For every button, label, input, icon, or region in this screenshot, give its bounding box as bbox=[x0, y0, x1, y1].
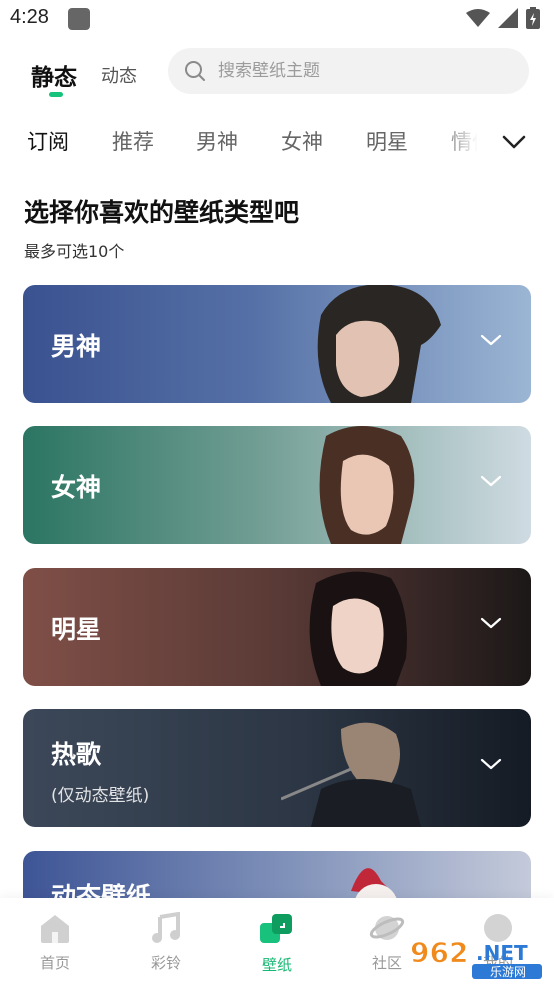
status-time: 4:28 bbox=[10, 6, 49, 28]
svg-text:.NET: .NET bbox=[476, 941, 528, 965]
signal-icon bbox=[498, 8, 518, 28]
planet-icon bbox=[369, 916, 405, 940]
battery-icon bbox=[526, 7, 540, 29]
home-icon bbox=[41, 915, 69, 943]
category-female-idol[interactable]: 女神 bbox=[281, 126, 323, 156]
svg-text:962: 962 bbox=[410, 936, 468, 969]
card-title: 女神 bbox=[51, 473, 102, 502]
watermark-logo: 962 .NET 乐游网 bbox=[410, 936, 542, 979]
tab-indicator bbox=[49, 92, 63, 97]
card-title: 男神 bbox=[51, 332, 102, 361]
wifi-icon bbox=[466, 9, 490, 27]
status-icons bbox=[466, 7, 540, 29]
wallpaper-icon bbox=[260, 914, 292, 943]
chevron-down-icon[interactable] bbox=[479, 615, 503, 631]
header: 静态 动态 bbox=[0, 44, 554, 100]
card-star[interactable]: 明星 bbox=[23, 568, 531, 686]
nav-label: 壁纸 bbox=[261, 956, 292, 974]
nav-home[interactable]: 首页 bbox=[15, 912, 95, 973]
card-male-idol[interactable]: 男神 bbox=[23, 285, 531, 403]
card-female-idol[interactable]: 女神 bbox=[23, 426, 531, 544]
category-male-idol[interactable]: 男神 bbox=[196, 126, 238, 156]
notification-icon bbox=[68, 8, 90, 30]
card-title: 明星 bbox=[51, 615, 102, 644]
category-subscribe[interactable]: 订阅 bbox=[27, 126, 69, 156]
chevron-down-icon[interactable] bbox=[479, 756, 503, 772]
chevron-down-icon[interactable] bbox=[479, 332, 503, 348]
card-hot-songs[interactable]: 热歌 (仅动态壁纸) bbox=[23, 709, 531, 827]
tab-dynamic[interactable]: 动态 bbox=[101, 62, 137, 88]
search-input[interactable] bbox=[218, 48, 508, 94]
nav-wallpaper[interactable]: 壁纸 bbox=[237, 912, 317, 975]
chevron-down-icon[interactable] bbox=[496, 126, 532, 158]
category-recommend[interactable]: 推荐 bbox=[112, 126, 154, 156]
nav-label: 首页 bbox=[39, 954, 70, 972]
search-box[interactable] bbox=[168, 48, 529, 94]
page-subtitle: 最多可选10个 bbox=[24, 242, 125, 261]
card-title: 热歌 bbox=[51, 740, 102, 769]
tab-static[interactable]: 静态 bbox=[31, 58, 77, 92]
category-fade bbox=[440, 118, 494, 164]
music-note-icon bbox=[152, 911, 180, 943]
svg-text:乐游网: 乐游网 bbox=[490, 965, 526, 979]
card-note: (仅动态壁纸) bbox=[51, 786, 150, 806]
page-title: 选择你喜欢的壁纸类型吧 bbox=[24, 198, 300, 227]
nav-label: 彩铃 bbox=[150, 954, 181, 972]
category-star[interactable]: 明星 bbox=[366, 126, 408, 156]
category-scroll[interactable]: 订阅 推荐 男神 女神 明星 情侣 bbox=[0, 118, 494, 164]
category-tabs: 订阅 推荐 男神 女神 明星 情侣 bbox=[0, 118, 554, 164]
chevron-down-icon[interactable] bbox=[479, 473, 503, 489]
nav-ringtone[interactable]: 彩铃 bbox=[126, 911, 206, 973]
search-icon bbox=[185, 61, 205, 81]
status-bar: 4:28 bbox=[0, 0, 554, 36]
